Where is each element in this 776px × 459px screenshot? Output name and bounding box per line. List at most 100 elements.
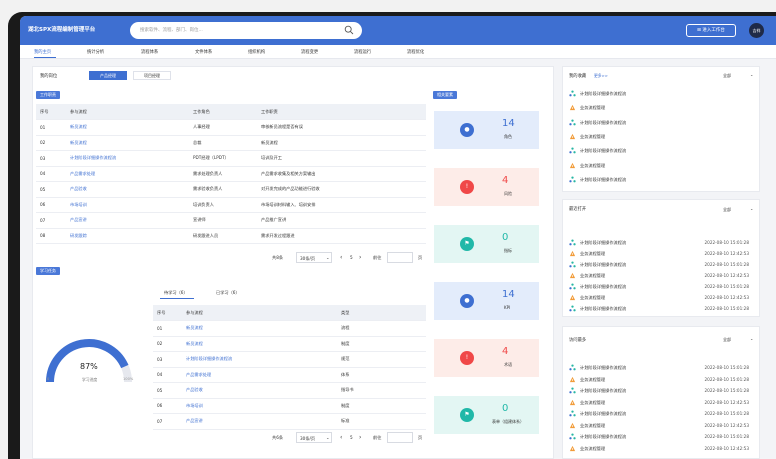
list-item[interactable]: 计划阶段详细操作流程流 2022-08-10 15:01:28 (569, 260, 749, 271)
nav-item-organization[interactable]: 组织机构 (248, 49, 265, 55)
column-header: 类型 (337, 305, 426, 321)
duty-text: 对开发完成的产品功能进行验收 (257, 181, 426, 198)
list-item-name: 业务流程管理 (580, 273, 606, 278)
process-icon (569, 387, 576, 394)
prev-page-icon[interactable]: ‹ (340, 254, 342, 261)
process-link[interactable]: 产品需求处理 (66, 166, 189, 182)
current-page[interactable]: 5 (350, 435, 353, 440)
list-item[interactable]: 计划阶段详细操作流程流 2022-08-10 15:01:28 (569, 282, 749, 293)
list-item[interactable]: 计划阶段详细操作流程流 2022-08-10 15:01:28 (569, 386, 749, 397)
page-size-select[interactable]: 30条/页 ⌄ (296, 252, 332, 263)
page-size-select[interactable]: 30条/页 ⌄ (296, 432, 332, 443)
list-item[interactable]: 业务流程管理 2022-08-10 12:42:53 (569, 444, 749, 455)
nav-item-file-system[interactable]: 文件体系 (195, 49, 212, 55)
search-icon[interactable] (344, 25, 354, 35)
chevron-down-icon[interactable]: ⌄ (750, 336, 753, 341)
process-link[interactable]: 产品宣讲 (66, 212, 189, 229)
list-item[interactable]: 业务流程管理 2022-08-10 15:01:28 (569, 375, 749, 386)
warning-icon: ! (460, 351, 474, 365)
work-role: 宣讲师 (189, 212, 257, 229)
process-link[interactable]: 新员流程 (182, 336, 337, 352)
list-item[interactable]: 计划阶段详细操作流程流 (569, 89, 749, 100)
list-item[interactable]: 计划阶段详细操作流程流 2022-08-10 15:01:28 (569, 238, 749, 249)
search-box[interactable]: 搜索软件、流程、部门、岗位... (130, 22, 362, 39)
tab-learned[interactable]: 已学习（6） (216, 290, 240, 296)
recent-filter[interactable]: 全部 (723, 207, 731, 213)
process-link[interactable]: 新员流程 (182, 320, 337, 337)
next-page-icon[interactable]: › (359, 254, 361, 261)
search-input[interactable]: 搜索软件、流程、部门、岗位... (140, 27, 203, 33)
list-item[interactable]: 计划阶段详细操作流程流 (569, 118, 749, 129)
page-size-value: 30条/页 (300, 256, 316, 261)
page-size-value: 30条/页 (300, 436, 316, 441)
list-item[interactable]: 业务流程管理 2022-08-10 12:42:53 (569, 293, 749, 304)
process-link[interactable]: 研发跟踪 (66, 228, 189, 244)
list-item[interactable]: 业务流程管理 2022-08-10 12:42:53 (569, 421, 749, 432)
table-row: 03 计划阶段详细操作流程流 PDT经理（LPDT） 培训及开工 (36, 150, 426, 167)
process-link[interactable]: 新员流程 (66, 119, 189, 136)
stat-card-roles[interactable]: ● 14 角色 (434, 111, 539, 149)
process-link[interactable]: 计划阶段详细操作流程流 (182, 351, 337, 368)
stat-card-indicators[interactable]: ⚑ 0 指标 (434, 225, 539, 263)
list-item[interactable]: 计划阶段详细操作流程流 2022-08-10 15:01:28 (569, 432, 749, 443)
process-link[interactable]: 产品验收 (182, 382, 337, 399)
next-page-icon[interactable]: › (359, 434, 361, 441)
favorites-title: 我的收藏 (569, 74, 587, 79)
nav-item-statistics[interactable]: 统计分析 (87, 49, 104, 55)
favorites-filter[interactable]: 全部 (723, 73, 731, 79)
process-link[interactable]: 产品宣讲 (182, 413, 337, 430)
column-header: 参与流程 (182, 305, 337, 321)
chevron-down-icon[interactable]: ⌄ (750, 72, 753, 77)
process-link[interactable]: 市场培训 (182, 398, 337, 414)
tab-to-learn[interactable]: 待学习（6） (164, 290, 188, 296)
stat-card-forms[interactable]: ⚑ 0 表单（组建体系） (434, 396, 539, 434)
list-item[interactable]: 计划阶段详细操作流程流 2022-08-10 15:01:28 (569, 304, 749, 315)
list-item[interactable]: 业务流程管理 (569, 161, 749, 172)
stat-card-risks[interactable]: ! 4 风险 (434, 168, 539, 206)
tab-product-manager[interactable]: 产品经理 (89, 71, 127, 80)
goto-page-input[interactable] (387, 252, 413, 263)
list-item-name: 计划阶段详细操作流程流 (580, 411, 627, 416)
process-icon (569, 176, 576, 183)
list-item[interactable]: 计划阶段详细操作流程流 2022-08-10 15:01:28 (569, 363, 749, 374)
table-row: 05 产品验收 需求验收负责人 对开发完成的产品功能进行验收 (36, 181, 426, 198)
chevron-down-icon[interactable]: ⌄ (750, 206, 753, 211)
process-link[interactable]: 产品验收 (66, 181, 189, 198)
table-row: 03 计划阶段详细操作流程流 规范 (153, 351, 426, 368)
list-item[interactable]: 业务流程管理 (569, 103, 749, 114)
stat-card-kpi[interactable]: ● 14 KPI (434, 282, 539, 320)
list-item[interactable]: 业务流程管理 (569, 132, 749, 143)
favorites-more-link[interactable]: 更多>> (594, 73, 608, 79)
process-icon (569, 147, 576, 154)
goto-page-input[interactable] (387, 432, 413, 443)
nav-item-process-optimize[interactable]: 流程优化 (407, 49, 424, 55)
list-item[interactable]: 业务流程管理 2022-08-10 12:42:53 (569, 249, 749, 260)
duty-text: 培训及开工 (257, 150, 426, 167)
duty-text: 市场培训材料输入、培训安排 (257, 197, 426, 213)
document-icon (569, 376, 576, 383)
nav-item-process-run[interactable]: 流程运行 (354, 49, 371, 55)
process-link[interactable]: 产品需求处理 (182, 367, 337, 383)
flag-icon: ⚑ (460, 408, 474, 422)
prev-page-icon[interactable]: ‹ (340, 434, 342, 441)
avatar[interactable]: 吉祥 (749, 23, 764, 38)
visits-filter[interactable]: 全部 (723, 337, 731, 343)
stat-card-terms[interactable]: ! 4 术语 (434, 339, 539, 377)
enter-workbench-button[interactable]: ⊞ 进入工作台 (686, 24, 736, 37)
table-row: 07 产品宣讲 宣讲师 产品推广宣讲 (36, 212, 426, 229)
list-item[interactable]: 计划阶段详细操作流程流 2022-08-10 15:01:28 (569, 409, 749, 420)
nav-item-process-change[interactable]: 流程变更 (301, 49, 318, 55)
list-item[interactable]: 计划阶段详细操作流程流 (569, 175, 749, 186)
list-item[interactable]: 计划阶段详细操作流程流 (569, 146, 749, 157)
current-page[interactable]: 5 (350, 255, 353, 260)
process-link[interactable]: 新员流程 (66, 135, 189, 151)
tab-project-manager[interactable]: 项目经理 (133, 71, 171, 80)
process-link[interactable]: 计划阶段详细操作流程流 (66, 150, 189, 167)
list-item[interactable]: 业务流程管理 2022-08-10 12:42:53 (569, 271, 749, 282)
enter-workbench-label: 进入工作台 (702, 28, 725, 33)
nav-item-process-system[interactable]: 流程体系 (141, 49, 158, 55)
list-item-time: 2022-08-10 12:42:53 (704, 295, 749, 300)
list-item[interactable]: 业务流程管理 2022-08-10 12:42:53 (569, 398, 749, 409)
process-link[interactable]: 市场培训 (66, 197, 189, 213)
nav-item-home[interactable]: 我的主页 (34, 49, 51, 55)
